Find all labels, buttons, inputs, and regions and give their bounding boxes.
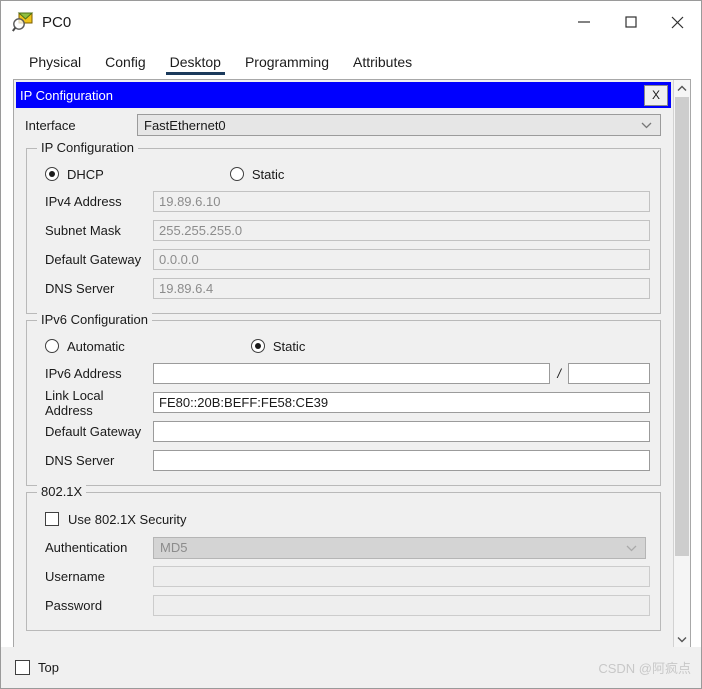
interface-row: Interface FastEthernet0 xyxy=(22,108,665,142)
chevron-down-icon xyxy=(626,539,637,557)
use-dot1x-security-row[interactable]: Use 802.1X Security xyxy=(37,505,650,533)
ipv6-gateway-input[interactable] xyxy=(153,421,650,442)
ipv6-gateway-row: Default Gateway xyxy=(37,417,650,446)
authentication-row: Authentication MD5 xyxy=(37,533,650,562)
ipv4-dhcp-radio[interactable] xyxy=(45,167,59,181)
ipv4-static-label: Static xyxy=(251,166,285,182)
ipv4-static-option[interactable]: Static xyxy=(229,166,285,182)
use-dot1x-security-label: Use 802.1X Security xyxy=(68,511,187,527)
interface-label: Interface xyxy=(25,117,76,133)
ip-configuration-header: IP Configuration X xyxy=(16,82,671,108)
ipv6-address-input[interactable] xyxy=(153,363,551,384)
ipv6-address-row: IPv6 Address / xyxy=(37,359,650,388)
ip-configuration-panel: IP Configuration X Interface FastEtherne… xyxy=(13,79,691,649)
ipv4-configuration-group: IP Configuration DHCP Static IPv4 Addres… xyxy=(26,141,661,314)
ipv4-gateway-label: Default Gateway xyxy=(45,252,142,267)
username-input[interactable] xyxy=(153,566,650,587)
device-tabs: Physical Config Desktop Programming Attr… xyxy=(1,43,701,75)
top-checkbox-label: Top xyxy=(38,660,59,675)
window-controls xyxy=(560,1,701,43)
ipv6-static-label: Static xyxy=(272,338,306,354)
tab-physical[interactable]: Physical xyxy=(17,55,93,75)
ipv6-automatic-option[interactable]: Automatic xyxy=(45,339,125,354)
link-local-address-label: Link Local Address xyxy=(45,387,104,418)
username-label: Username xyxy=(45,569,105,584)
ipv4-address-input[interactable]: 19.89.6.10 xyxy=(153,191,650,212)
tab-desktop[interactable]: Desktop xyxy=(158,55,233,75)
authentication-label: Authentication xyxy=(45,540,128,555)
ipv6-group-legend: IPv6 Configuration xyxy=(37,313,152,326)
ip-configuration-header-title: IP Configuration xyxy=(20,87,113,103)
ipv6-static-radio[interactable] xyxy=(250,339,265,353)
chevron-down-icon xyxy=(641,116,652,134)
window-titlebar: PC0 xyxy=(1,1,701,43)
ipv4-address-row: IPv4 Address 19.89.6.10 xyxy=(37,187,650,216)
ipv6-configuration-group: IPv6 Configuration Automatic Static IPv6… xyxy=(26,313,661,486)
watermark: CSDN @阿疯点 xyxy=(598,661,691,676)
link-local-address-row: Link Local Address FE80::20B:BEFF:FE58:C… xyxy=(37,387,650,418)
subnet-mask-label: Subnet Mask xyxy=(45,223,121,238)
username-row: Username xyxy=(37,562,650,591)
ipv4-dns-label: DNS Server xyxy=(45,281,115,296)
authentication-value: MD5 xyxy=(160,540,188,555)
subnet-mask-input[interactable]: 255.255.255.0 xyxy=(153,220,650,241)
ipv6-address-label: IPv6 Address xyxy=(45,366,122,381)
ipv6-gateway-label: Default Gateway xyxy=(45,424,142,439)
ipv4-dhcp-option[interactable]: DHCP xyxy=(45,167,104,182)
ipv6-automatic-label: Automatic xyxy=(67,338,125,354)
close-button[interactable] xyxy=(654,1,701,43)
ipv6-mode-row: Automatic Static xyxy=(37,333,650,359)
ipv4-dns-row: DNS Server 19.89.6.4 xyxy=(37,274,650,303)
password-input[interactable] xyxy=(153,595,650,616)
ipv6-prefix-input[interactable] xyxy=(568,363,650,384)
ipv6-dns-label: DNS Server xyxy=(45,453,115,468)
ipv4-gateway-row: Default Gateway 0.0.0.0 xyxy=(37,245,650,274)
ipv6-dns-input[interactable] xyxy=(153,450,650,471)
ip-configuration-content: Interface FastEthernet0 IP Configuration xyxy=(14,108,673,631)
vertical-scrollbar[interactable] xyxy=(673,80,690,648)
packet-tracer-device-window: PC0 Physical Config Desktop Programming … xyxy=(0,0,702,689)
password-label: Password xyxy=(45,598,103,613)
ip-configuration-body: IP Configuration X Interface FastEtherne… xyxy=(14,80,673,648)
ipv4-gateway-input[interactable]: 0.0.0.0 xyxy=(153,249,650,270)
ipv4-mode-row: DHCP Static xyxy=(37,161,650,187)
scroll-up-arrow-icon[interactable] xyxy=(674,80,690,97)
interface-value: FastEthernet0 xyxy=(144,117,226,133)
ipv6-prefix-separator: / xyxy=(557,366,561,381)
scrollbar-thumb[interactable] xyxy=(675,97,689,557)
subnet-mask-row: Subnet Mask 255.255.255.0 xyxy=(37,216,650,245)
ipv4-dns-input[interactable]: 19.89.6.4 xyxy=(153,278,650,299)
tab-programming[interactable]: Programming xyxy=(233,55,341,75)
link-local-address-input[interactable]: FE80::20B:BEFF:FE58:CE39 xyxy=(153,392,650,413)
ipv4-dhcp-label: DHCP xyxy=(67,166,104,182)
ipv6-dns-row: DNS Server xyxy=(37,446,650,475)
window-title: PC0 xyxy=(42,13,72,31)
tab-attributes[interactable]: Attributes xyxy=(341,55,424,75)
window-bottom-bar: Top CSDN @阿疯点 xyxy=(1,647,701,688)
ipv4-static-radio[interactable] xyxy=(229,167,244,181)
top-checkbox-row[interactable]: Top xyxy=(15,660,59,675)
password-row: Password xyxy=(37,591,650,620)
ipv6-static-option[interactable]: Static xyxy=(250,338,306,354)
ipv6-automatic-radio[interactable] xyxy=(45,339,59,353)
top-checkbox[interactable] xyxy=(15,660,30,675)
tab-config[interactable]: Config xyxy=(93,55,157,75)
packet-tracer-pc-icon xyxy=(12,11,34,33)
ipv4-group-legend: IP Configuration xyxy=(37,141,138,154)
scroll-down-arrow-icon[interactable] xyxy=(674,631,690,648)
use-dot1x-security-checkbox[interactable] xyxy=(45,512,59,526)
panel-close-button[interactable]: X xyxy=(644,84,668,106)
ipv4-address-label: IPv4 Address xyxy=(45,194,122,209)
minimize-button[interactable] xyxy=(560,1,607,43)
maximize-button[interactable] xyxy=(607,1,654,43)
dot1x-group: 802.1X Use 802.1X Security Authenticatio… xyxy=(26,485,661,631)
authentication-select[interactable]: MD5 xyxy=(153,536,646,559)
scrollbar-track[interactable] xyxy=(674,97,690,631)
dot1x-group-legend: 802.1X xyxy=(37,485,87,498)
interface-select[interactable]: FastEthernet0 xyxy=(137,114,661,136)
